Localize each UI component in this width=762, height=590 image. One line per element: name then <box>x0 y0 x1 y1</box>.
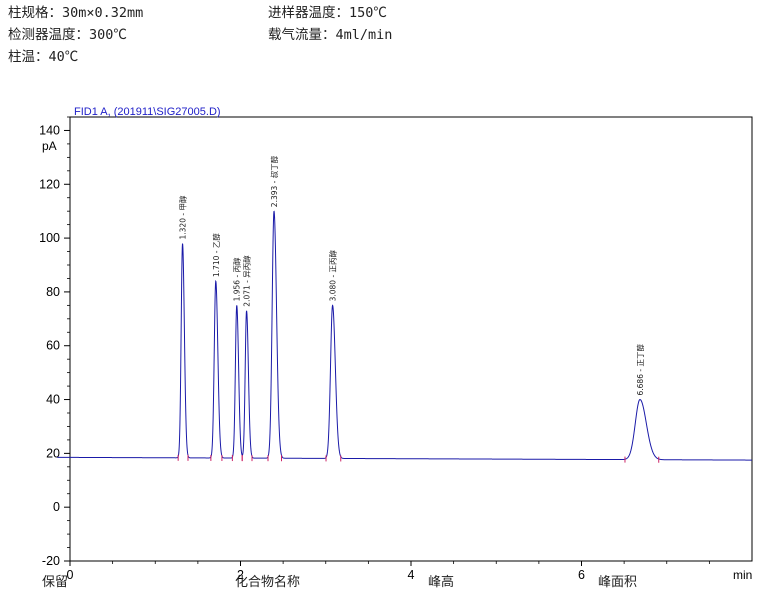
x-axis-label: min <box>733 568 752 582</box>
y-tick-label-0: 0 <box>53 500 60 514</box>
peak-label-2: 1.710 - 乙醇 <box>211 233 221 277</box>
footer-col-height: 峰高 <box>428 575 455 590</box>
chromatogram-chart: FID1 A, (201911\SIG27005.D) pA -20 0 20 40 60 8… <box>39 106 753 582</box>
peak-label-7: 6.686 - 正丁醇 <box>635 344 645 396</box>
y-tick-label-140: 140 <box>39 123 60 137</box>
x-tick-label-6: 6 <box>578 568 585 582</box>
peak-label-6: 3.080 - 正丙醇 <box>328 249 338 301</box>
footer-col-compound: 化合物名称 <box>235 575 301 590</box>
peak-label-3: 1.956 - 丙醇 <box>232 257 242 301</box>
y-tick-label-60: 60 <box>46 339 60 353</box>
x-tick-label-4: 4 <box>408 568 415 582</box>
footer-col-area: 峰面积 <box>598 575 638 590</box>
peak-label-1: 1.320 - 甲醇 <box>178 195 188 239</box>
footer-col-retention: 保留 <box>42 575 69 590</box>
peak-label-4: 2.071 - 异丙醇 <box>242 255 252 307</box>
y-tick-label-120: 120 <box>39 177 60 191</box>
y-tick-label-40: 40 <box>46 393 60 407</box>
y-tick-label-100: 100 <box>39 231 60 245</box>
chart-title: FID1 A, (201911\SIG27005.D) <box>74 106 221 118</box>
y-tick-label--20: -20 <box>42 554 60 568</box>
peak-label-5: 2.393 - 叔丁醇 <box>269 155 279 207</box>
plot-frame <box>69 116 753 562</box>
y-tick-label-80: 80 <box>46 285 60 299</box>
y-axis-label: pA <box>42 139 57 153</box>
signal-trace <box>57 210 752 461</box>
y-tick-label-20: 20 <box>46 446 60 460</box>
